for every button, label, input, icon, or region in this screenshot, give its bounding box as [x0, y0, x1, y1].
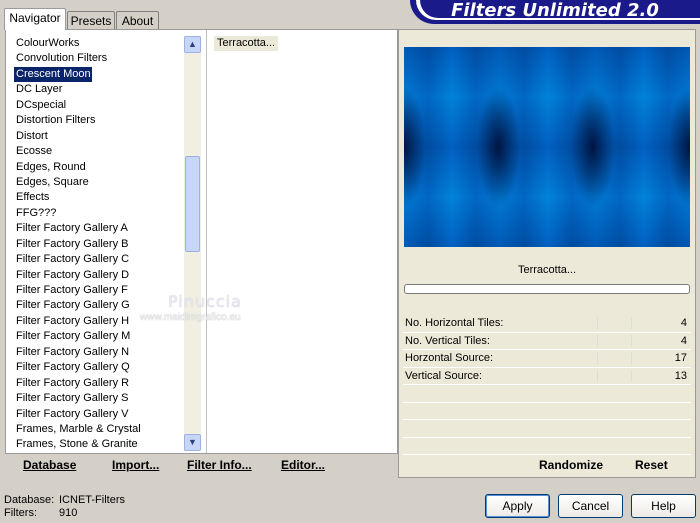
preview-image — [404, 47, 690, 247]
list-item[interactable]: Edges, Round — [14, 160, 184, 175]
apply-button[interactable]: Apply — [485, 494, 550, 518]
status-database: Database: ICNET-Filters — [4, 494, 125, 506]
list-item[interactable]: DC Layer — [14, 82, 184, 97]
list-item[interactable]: Filter Factory Gallery N — [14, 345, 184, 360]
param-row-empty — [403, 438, 691, 455]
watermark-name: Pinuccia — [168, 292, 242, 311]
param-row[interactable]: Vertical Source: 13 — [403, 368, 691, 385]
status-database-value: ICNET-Filters — [59, 494, 125, 506]
category-scrollbar[interactable]: ▲ ▼ — [184, 36, 201, 451]
param-value: 13 — [674, 369, 687, 382]
param-row-empty — [403, 385, 691, 403]
param-label: Horzontal Source: — [405, 352, 494, 364]
reset-button[interactable]: Reset — [635, 458, 668, 472]
list-item-selected[interactable]: Crescent Moon — [14, 66, 92, 83]
parameter-list: No. Horizontal Tiles: 4 No. Vertical Til… — [403, 315, 691, 455]
database-button[interactable]: Database — [23, 458, 76, 472]
tab-about[interactable]: About — [116, 11, 159, 31]
progress-bar — [404, 284, 690, 294]
list-item[interactable]: Filter Factory Gallery B — [14, 237, 184, 252]
param-value: 4 — [680, 334, 687, 347]
navigator-panel: ColourWorks Convolution Filters Crescent M… — [5, 29, 398, 454]
filter-info-button[interactable]: Filter Info... — [187, 458, 252, 472]
list-item[interactable]: ColourWorks — [14, 36, 184, 51]
param-row[interactable]: Horzontal Source: 17 — [403, 350, 691, 368]
status-filters-value: 910 — [59, 507, 78, 519]
filter-item-terracotta[interactable]: Terracotta... — [214, 36, 279, 51]
preview-filter-name: Terracotta... — [517, 264, 577, 276]
list-item[interactable]: Filter Factory Gallery Q — [14, 360, 184, 375]
param-value: 4 — [680, 317, 687, 329]
scroll-up-button[interactable]: ▲ — [184, 36, 201, 53]
list-item[interactable]: Ecosse — [14, 144, 184, 159]
list-item[interactable]: Effects — [14, 190, 184, 205]
list-item[interactable]: Filter Factory Gallery S — [14, 391, 184, 406]
param-slider[interactable] — [553, 352, 663, 364]
list-item[interactable]: Frames, Stone & Granite — [14, 437, 184, 452]
list-item[interactable]: Filter Factory Gallery D — [14, 268, 184, 283]
param-label: Vertical Source: — [405, 369, 483, 382]
list-item[interactable]: Filter Factory Gallery F — [14, 283, 184, 298]
watermark-url: www.maidiregrafico.eu — [140, 312, 241, 323]
app-title: Filters Unlimited 2.0 — [451, 0, 659, 21]
tab-navigator[interactable]: Navigator — [4, 8, 66, 30]
list-item[interactable]: Filter Factory Gallery A — [14, 221, 184, 236]
list-item[interactable]: Convolution Filters — [14, 51, 184, 66]
list-item[interactable]: Filter Factory Gallery C — [14, 252, 184, 267]
list-item[interactable]: Distortion Filters — [14, 113, 184, 128]
param-label: No. Vertical Tiles: — [405, 334, 490, 347]
preview-panel: Terracotta... No. Horizontal Tiles: 4 No… — [398, 29, 696, 478]
list-item[interactable]: Edges, Square — [14, 175, 184, 190]
param-slider[interactable] — [553, 317, 663, 329]
list-item[interactable]: Filter Factory Gallery V — [14, 407, 184, 422]
list-item[interactable]: Frames, Marble & Crystal — [14, 422, 184, 437]
param-row-empty — [403, 403, 691, 420]
category-list: ColourWorks Convolution Filters Crescent M… — [14, 36, 184, 453]
list-item[interactable]: Filter Factory Gallery M — [14, 329, 184, 344]
panel-divider — [206, 30, 207, 453]
param-slider[interactable] — [553, 334, 663, 347]
list-item[interactable]: Distort — [14, 129, 184, 144]
scroll-down-button[interactable]: ▼ — [184, 434, 201, 451]
param-row-empty — [403, 420, 691, 438]
title-banner: Filters Unlimited 2.0 — [410, 0, 700, 24]
import-button[interactable]: Import... — [112, 458, 159, 472]
list-item[interactable]: Filter Factory Gallery R — [14, 376, 184, 391]
left-button-bar: Database Import... Filter Info... Editor… — [5, 454, 398, 478]
cancel-button[interactable]: Cancel — [558, 494, 623, 518]
status-filters-label: Filters: — [4, 507, 37, 519]
editor-button[interactable]: Editor... — [281, 458, 325, 472]
param-row[interactable]: No. Vertical Tiles: 4 — [403, 333, 691, 350]
list-item[interactable]: FFG??? — [14, 206, 184, 221]
list-item[interactable]: DCspecial — [14, 98, 184, 113]
randomize-button[interactable]: Randomize — [539, 458, 603, 472]
param-label: No. Horizontal Tiles: — [405, 317, 504, 329]
param-value: 17 — [674, 352, 687, 364]
status-database-label: Database: — [4, 494, 55, 506]
tab-presets[interactable]: Presets — [67, 11, 115, 31]
scroll-thumb[interactable] — [185, 156, 200, 252]
param-row[interactable]: No. Horizontal Tiles: 4 — [403, 315, 691, 333]
help-button[interactable]: Help — [631, 494, 696, 518]
param-slider[interactable] — [553, 369, 663, 382]
status-filters: Filters: 910 — [4, 507, 77, 519]
